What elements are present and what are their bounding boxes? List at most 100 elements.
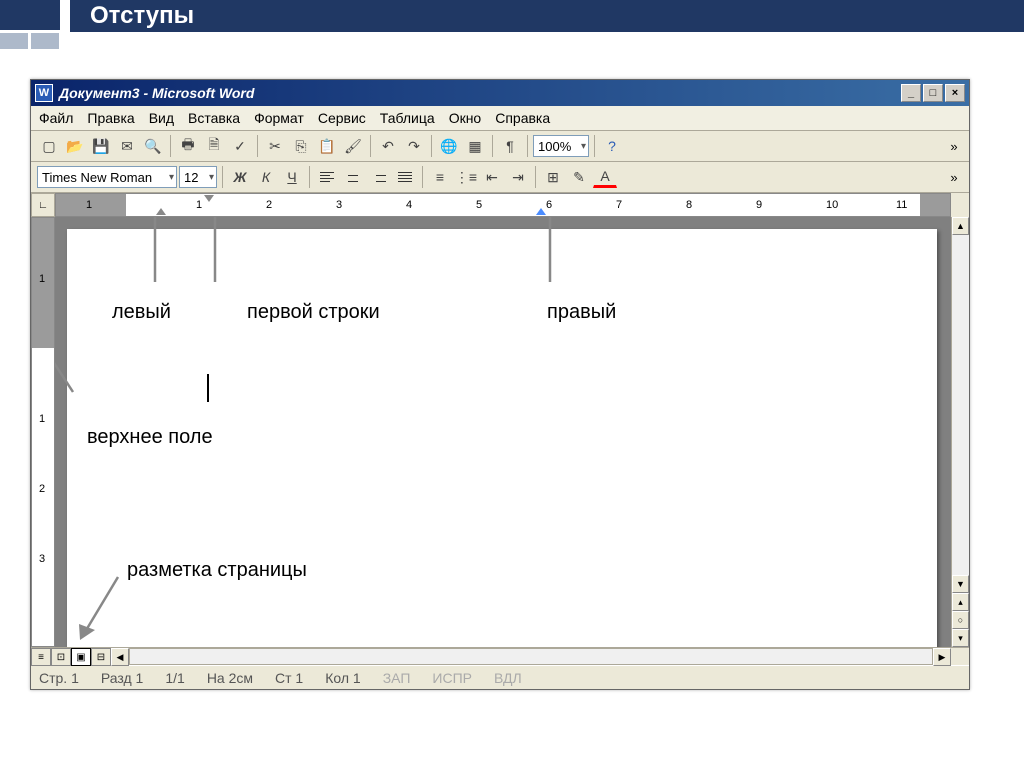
help-button[interactable]: ? (600, 134, 624, 158)
document-page[interactable]: левый первой строки правый верхнее поле … (67, 229, 937, 647)
ruler-num: 7 (616, 199, 622, 211)
zoom-combo[interactable]: 100% (533, 135, 589, 157)
status-page: Стр. 1 (39, 670, 79, 686)
maximize-button[interactable]: □ (923, 84, 943, 102)
scroll-up-button[interactable]: ▲ (952, 217, 969, 235)
menu-insert[interactable]: Вставка (188, 110, 240, 126)
tables-button[interactable]: ▦ (463, 134, 487, 158)
ruler-num: 10 (826, 199, 838, 211)
align-right-button[interactable] (367, 165, 391, 189)
search-button[interactable]: 🔍 (141, 134, 165, 158)
scroll-right-button[interactable]: ▶ (933, 648, 951, 666)
menu-table[interactable]: Таблица (380, 110, 435, 126)
italic-button[interactable]: К (254, 165, 278, 189)
annotation-top-margin: верхнее поле (87, 424, 213, 450)
arrow-right-indent (530, 217, 570, 287)
horizontal-ruler[interactable]: 1 1 2 3 4 5 6 7 8 9 10 11 (55, 193, 951, 217)
formatting-toolbar: Times New Roman 12 Ж К Ч ≡ ⋮≡ ⇤ ⇥ ⊞ ✎ A … (31, 162, 969, 193)
ruler-num: 6 (546, 199, 552, 211)
paste-button[interactable]: 📋 (315, 134, 339, 158)
open-button[interactable]: 📂 (63, 134, 87, 158)
ruler-num: 1 (196, 199, 202, 211)
vertical-scrollbar[interactable]: ▲ ▼ ▴ ○ ▾ (951, 217, 969, 647)
increase-indent-button[interactable]: ⇥ (506, 165, 530, 189)
prev-page-button[interactable]: ▴ (952, 593, 969, 611)
font-color-button[interactable]: A (593, 167, 617, 188)
normal-view-button[interactable]: ≡ (31, 648, 51, 666)
left-indent-marker[interactable] (156, 208, 166, 215)
menu-window[interactable]: Окно (449, 110, 482, 126)
fontsize-combo[interactable]: 12 (179, 166, 217, 188)
preview-button[interactable]: 🗎 (202, 134, 226, 158)
print-layout-view-button[interactable]: ▣ (71, 648, 91, 666)
outline-view-button[interactable]: ⊟ (91, 648, 111, 666)
titlebar[interactable]: W Документ3 - Microsoft Word _ □ × (31, 80, 969, 106)
right-indent-marker[interactable] (536, 208, 546, 215)
scroll-left-button[interactable]: ◀ (111, 648, 129, 666)
tab-selector[interactable]: ∟ (31, 193, 55, 217)
standard-toolbar: ▢ 📂 💾 ✉ 🔍 🖶 🗎 ✓ ✂ ⎘ 📋 🖌 ↶ ↷ 🌐 ▦ ¶ 100% ?… (31, 131, 969, 162)
annotation-right: правый (547, 301, 616, 324)
scroll-down-button[interactable]: ▼ (952, 575, 969, 593)
save-button[interactable]: 💾 (89, 134, 113, 158)
first-line-indent-marker[interactable] (204, 195, 214, 202)
horizontal-scrollbar[interactable] (129, 648, 933, 665)
web-view-button[interactable]: ⊡ (51, 648, 71, 666)
toolbar-more-icon[interactable]: » (945, 170, 963, 185)
browse-object-button[interactable]: ○ (952, 611, 969, 629)
next-page-button[interactable]: ▾ (952, 629, 969, 647)
view-buttons: ≡ ⊡ ▣ ⊟ (31, 648, 111, 665)
menubar: Файл Правка Вид Вставка Формат Сервис Та… (31, 106, 969, 131)
menu-file[interactable]: Файл (39, 110, 73, 126)
underline-button[interactable]: Ч (280, 165, 304, 189)
menu-edit[interactable]: Правка (87, 110, 134, 126)
bold-button[interactable]: Ж (228, 165, 252, 189)
status-ext: ВДЛ (494, 670, 522, 686)
minimize-button[interactable]: _ (901, 84, 921, 102)
status-rec: ЗАП (383, 670, 411, 686)
redo-button[interactable]: ↷ (402, 134, 426, 158)
page-area[interactable]: левый первой строки правый верхнее поле … (55, 217, 951, 647)
horizontal-ruler-row: ∟ 1 1 2 3 4 5 6 7 8 9 10 11 (31, 193, 969, 217)
arrow-top-margin (55, 337, 83, 397)
menu-tools[interactable]: Сервис (318, 110, 366, 126)
decrease-indent-button[interactable]: ⇤ (480, 165, 504, 189)
ruler-num: 4 (406, 199, 412, 211)
menu-view[interactable]: Вид (149, 110, 174, 126)
print-button[interactable]: 🖶 (176, 134, 200, 158)
vertical-ruler[interactable]: 1 1 2 3 (31, 217, 55, 647)
numbering-button[interactable]: ≡ (428, 165, 452, 189)
cut-button[interactable]: ✂ (263, 134, 287, 158)
new-button[interactable]: ▢ (37, 134, 61, 158)
toolbar-more-icon[interactable]: » (945, 139, 963, 154)
borders-button[interactable]: ⊞ (541, 165, 565, 189)
ruler-num: 2 (266, 199, 272, 211)
annotation-first-line: первой строки (247, 301, 380, 324)
annotation-left: левый (112, 301, 171, 324)
hyperlink-button[interactable]: 🌐 (437, 134, 461, 158)
ruler-num: 11 (896, 199, 907, 211)
window-title: Документ3 - Microsoft Word (59, 85, 899, 101)
format-painter-button[interactable]: 🖌 (341, 134, 365, 158)
copy-button[interactable]: ⎘ (289, 134, 313, 158)
align-justify-button[interactable] (393, 165, 417, 189)
statusbar: Стр. 1 Разд 1 1/1 На 2см Ст 1 Кол 1 ЗАП … (31, 665, 969, 689)
close-button[interactable]: × (945, 84, 965, 102)
status-section: Разд 1 (101, 670, 143, 686)
ruler-num: 3 (336, 199, 342, 211)
paragraph-button[interactable]: ¶ (498, 134, 522, 158)
align-center-button[interactable] (341, 165, 365, 189)
align-left-button[interactable] (315, 165, 339, 189)
menu-format[interactable]: Формат (254, 110, 304, 126)
bullets-button[interactable]: ⋮≡ (454, 165, 478, 189)
spellcheck-button[interactable]: ✓ (228, 134, 252, 158)
undo-button[interactable]: ↶ (376, 134, 400, 158)
highlight-button[interactable]: ✎ (567, 165, 591, 189)
arrow-page-layout (73, 572, 133, 647)
menu-help[interactable]: Справка (495, 110, 550, 126)
mail-button[interactable]: ✉ (115, 134, 139, 158)
font-combo[interactable]: Times New Roman (37, 166, 177, 188)
app-icon: W (35, 84, 53, 102)
ruler-num: 8 (686, 199, 692, 211)
ruler-num: 5 (476, 199, 482, 211)
